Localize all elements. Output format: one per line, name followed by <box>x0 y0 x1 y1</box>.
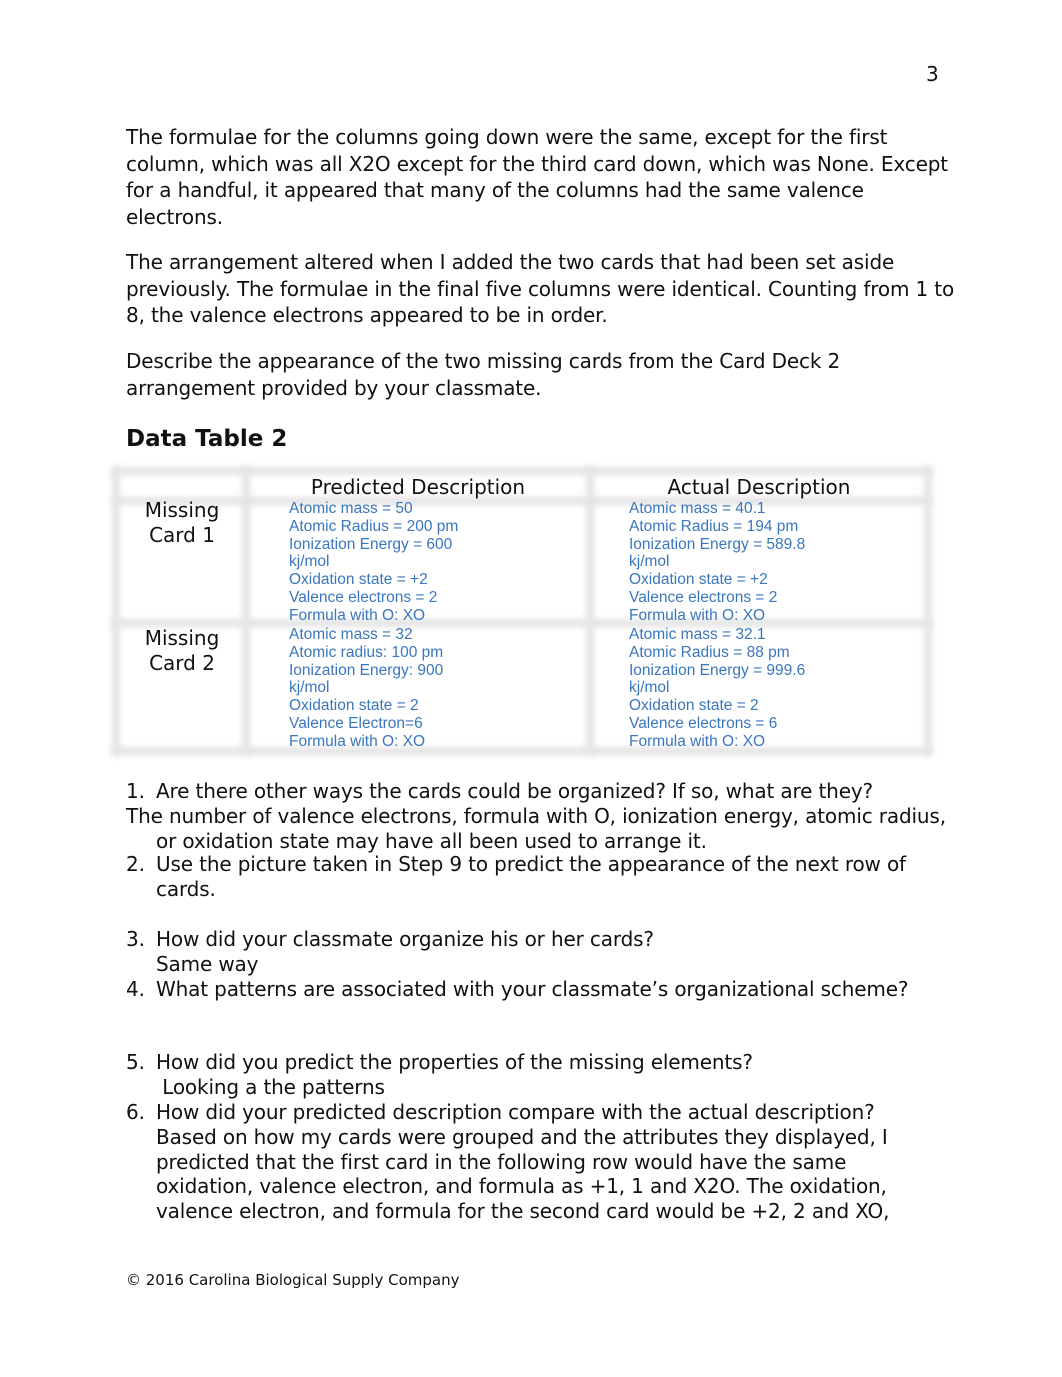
row-label-line: Missing <box>144 626 220 650</box>
property-ionization-unit: kj/mol <box>629 679 670 697</box>
question-2: 2. Use the picture taken in Step 9 to pr… <box>126 852 946 902</box>
question-number: 5. <box>126 1050 145 1074</box>
predicted-description-card-1: Atomic mass = 50 Atomic Radius = 200 pm … <box>289 500 458 625</box>
property-valence-electrons: Valence electrons = 2 <box>289 588 438 606</box>
property-oxidation-state: Oxidation state = 2 <box>629 697 759 715</box>
row-label-missing-card-2: Missing Card 2 <box>112 626 252 676</box>
property-ionization-energy: Ionization Energy: 900 <box>289 661 444 679</box>
question-text: Use the picture taken in Step 9 to predi… <box>156 852 906 901</box>
question-number: 4. <box>126 977 145 1001</box>
property-formula-with-o: Formula with O: XO <box>629 732 766 750</box>
property-atomic-mass: Atomic mass = 32.1 <box>629 626 766 643</box>
copyright-footer: © 2016 Carolina Biological Supply Compan… <box>126 1271 460 1289</box>
row-label-line: Card 2 <box>149 651 215 675</box>
table-border-top <box>112 467 932 475</box>
property-atomic-mass: Atomic mass = 32 <box>289 626 413 643</box>
question-number: 2. <box>126 852 145 876</box>
answer-text: Same way <box>156 951 259 976</box>
property-oxidation-state: Oxidation state = 2 <box>289 697 419 715</box>
header-predicted-description: Predicted Description <box>310 475 526 499</box>
property-atomic-mass: Atomic mass = 50 <box>289 500 413 517</box>
answer-text: Based on how my cards were grouped and t… <box>156 1124 890 1224</box>
property-atomic-radius: Atomic radius: 100 pm <box>289 643 444 661</box>
property-oxidation-state: Oxidation state = +2 <box>629 571 768 589</box>
property-ionization-unit: kj/mol <box>629 553 670 571</box>
question-1: 1. Are there other ways the cards could … <box>126 779 946 804</box>
actual-description-card-2: Atomic mass = 32.1 Atomic Radius = 88 pm… <box>629 626 805 751</box>
property-ionization-unit: kj/mol <box>289 553 330 571</box>
property-ionization-energy: Ionization Energy = 999.6 <box>629 661 806 679</box>
table-border-bottom <box>112 747 932 755</box>
question-4: 4. What patterns are associated with you… <box>126 977 946 1002</box>
property-atomic-mass: Atomic mass = 40.1 <box>629 500 766 517</box>
property-ionization-energy: Ionization Energy = 600 <box>289 535 453 553</box>
question-text: How did you predict the properties of th… <box>156 1050 753 1074</box>
header-actual-description: Actual Description <box>667 475 851 499</box>
answer-1: The number of valence electrons, formula… <box>126 804 946 854</box>
data-table-2: Predicted Description Actual Description… <box>112 467 932 757</box>
question-number: 3. <box>126 927 145 951</box>
property-oxidation-state: Oxidation state = +2 <box>289 571 428 589</box>
paragraph-column-formulae: The formulae for the columns going down … <box>126 125 948 229</box>
property-valence-electrons: Valence electrons = 6 <box>629 714 778 732</box>
table-border-right <box>924 467 932 755</box>
table-col-divider-2 <box>586 467 594 755</box>
property-formula-with-o: Formula with O: XO <box>629 606 766 624</box>
page-number: 3 <box>926 62 939 86</box>
question-text: How did your classmate organize his or h… <box>156 927 654 951</box>
question-5: 5. How did you predict the properties of… <box>126 1050 946 1100</box>
property-formula-with-o: Formula with O: XO <box>289 606 426 624</box>
data-table-title: Data Table 2 <box>126 426 288 452</box>
question-6: 6. How did your predicted description co… <box>126 1100 946 1224</box>
property-formula-with-o: Formula with O: XO <box>289 732 426 750</box>
row-label-line: Missing <box>144 498 220 522</box>
question-3: 3. How did your classmate organize his o… <box>126 927 946 977</box>
question-text: What patterns are associated with your c… <box>156 977 909 1001</box>
property-ionization-unit: kj/mol <box>289 679 330 697</box>
property-valence-electrons: Valence Electron=6 <box>289 714 423 732</box>
paragraph-describe-prompt: Describe the appearance of the two missi… <box>126 349 841 400</box>
actual-description-card-1: Atomic mass = 40.1 Atomic Radius = 194 p… <box>629 500 805 625</box>
property-ionization-energy: Ionization Energy = 589.8 <box>629 535 806 553</box>
property-atomic-radius: Atomic Radius = 200 pm <box>289 517 459 535</box>
predicted-description-card-2: Atomic mass = 32 Atomic radius: 100 pm I… <box>289 626 443 751</box>
question-number: 1. <box>126 779 145 803</box>
answer-text: The number of valence electrons, formula… <box>126 804 946 853</box>
property-valence-electrons: Valence electrons = 2 <box>629 588 778 606</box>
row-label-missing-card-1: Missing Card 1 <box>112 498 252 548</box>
question-text: Are there other ways the cards could be … <box>156 779 874 803</box>
question-number: 6. <box>126 1100 145 1124</box>
question-text: How did your predicted description compa… <box>156 1100 875 1124</box>
property-atomic-radius: Atomic Radius = 194 pm <box>629 517 799 535</box>
row-label-line: Card 1 <box>149 523 215 547</box>
answer-text: Looking a the patterns <box>156 1074 385 1099</box>
property-atomic-radius: Atomic Radius = 88 pm <box>629 643 790 661</box>
paragraph-arrangement: The arrangement altered when I added the… <box>126 250 955 327</box>
